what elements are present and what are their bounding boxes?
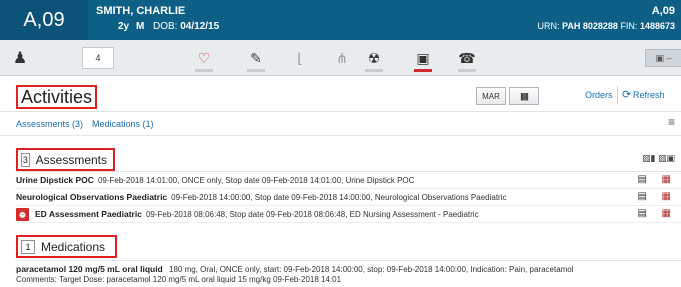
assessments-heading[interactable]: 3 Assessments [16, 148, 115, 171]
person-icon[interactable]: ♟ [8, 40, 32, 76]
section-divider [16, 260, 681, 261]
assessments-count: 3 [21, 152, 30, 167]
assessment-detail: 09-Feb-2018 14:00:00, Stop date 09-Feb-2… [171, 192, 507, 202]
pen-icon[interactable]: ✎ [245, 40, 267, 76]
fin-value: 1488673 [639, 21, 675, 31]
heart-underline [195, 69, 213, 72]
patient-banner: A,09 SMITH, CHARLIE 2y M DOB: 04/12/15 A… [0, 0, 681, 40]
orders-link[interactable]: Orders [585, 90, 613, 100]
patient-name[interactable]: SMITH, CHARLIE [96, 5, 185, 17]
medication-comment: Comments: Target Dose: paracetamol 120 m… [16, 275, 342, 284]
document-icon[interactable]: ▤ [638, 208, 647, 219]
refresh-icon[interactable]: ⟳ [622, 88, 631, 101]
radiation-underline [365, 69, 383, 72]
medical-bag-icon[interactable]: ▣ [412, 40, 434, 76]
patient-age: 2y [118, 21, 130, 32]
medication-name: paracetamol 120 mg/5 mL oral liquid [16, 264, 163, 274]
ecg-icon[interactable]: ⋔ [331, 40, 353, 76]
assessment-name: Neurological Observations Paediatric [16, 192, 168, 202]
urn-label: URN: [537, 21, 560, 31]
filter-medications[interactable]: Medications (1) [92, 119, 154, 129]
refresh-link[interactable]: Refresh [633, 90, 665, 100]
task-icon[interactable]: ▦ [662, 174, 671, 185]
location-label: A,09 [0, 0, 88, 40]
filter-row: Assessments (3) Medications (1) ≡ [0, 112, 681, 136]
assessment-detail: 09-Feb-2018 14:01:00, ONCE only, Stop da… [97, 175, 415, 185]
assessment-row[interactable]: ⏰ ED Assessment Paediatric 09-Feb-2018 0… [16, 206, 681, 223]
assessment-detail: 09-Feb-2018 08:06:48, Stop date 09-Feb-2… [145, 209, 479, 219]
message-button[interactable]: ▣ – [645, 49, 681, 67]
medication-row[interactable]: paracetamol 120 mg/5 mL oral liquid 180 … [16, 264, 574, 274]
page-title: Activities [16, 85, 98, 109]
activities-title-row: Activities [0, 78, 681, 112]
thermometer-icon[interactable]: ⌊ [289, 40, 311, 76]
bag-underline [414, 69, 432, 72]
document-icon[interactable]: ▤ [638, 174, 647, 185]
document-icon[interactable]: ▤ [638, 191, 647, 202]
location-right: A,09 [651, 5, 675, 17]
medications-heading[interactable]: 1 Medications [16, 235, 117, 258]
alarm-icon: ⏰ [16, 207, 29, 221]
heart-icon[interactable]: ♡ [193, 40, 215, 76]
urn-value: PAH 8028288 [562, 21, 618, 31]
patient-dob: DOB: 04/12/15 [153, 21, 219, 32]
toolbar-divider [617, 86, 618, 104]
task-icon[interactable]: ▦ [662, 208, 671, 219]
task-icon[interactable]: ▦ [662, 191, 671, 202]
filter-assessments[interactable]: Assessments (3) [16, 119, 83, 129]
patient-identifiers: URN: PAH 8028288 FIN: 1488673 [538, 21, 675, 31]
mar-button[interactable]: MAR [476, 87, 506, 105]
dob-label: DOB: [153, 21, 178, 32]
fin-label: FIN: [620, 21, 638, 31]
assessment-row[interactable]: Urine Dipstick POC 09-Feb-2018 14:01:00,… [16, 172, 681, 189]
phone-icon[interactable]: ☎ [456, 40, 478, 76]
assessment-name: ED Assessment Paediatric [35, 209, 142, 219]
assessments-label: Assessments [35, 152, 107, 167]
patient-sex: M [136, 21, 145, 32]
medication-detail: 180 mg, Oral, ONCE only, start: 09-Feb-2… [169, 265, 574, 274]
section-action-icons[interactable]: ▧▮ ▧▣ [642, 153, 675, 164]
radiation-icon[interactable]: ☢ [363, 40, 385, 76]
medications-label: Medications [41, 239, 106, 254]
icon-toolbar: ♟ 4 ♡ ✎ ⌊ ⋔ ☢ ▣ ☎ ▣ – [0, 40, 681, 76]
barcode-button[interactable]: |||||| [509, 87, 539, 105]
medications-count: 1 [21, 239, 35, 254]
dob-value: 04/12/15 [180, 21, 220, 32]
assessment-name: Urine Dipstick POC [16, 175, 94, 185]
tab-count[interactable]: 4 [82, 47, 114, 69]
phone-underline [458, 69, 476, 72]
pen-underline [247, 69, 265, 72]
assessment-row[interactable]: Neurological Observations Paediatric 09-… [16, 189, 681, 206]
menu-icon[interactable]: ≡ [668, 115, 675, 129]
